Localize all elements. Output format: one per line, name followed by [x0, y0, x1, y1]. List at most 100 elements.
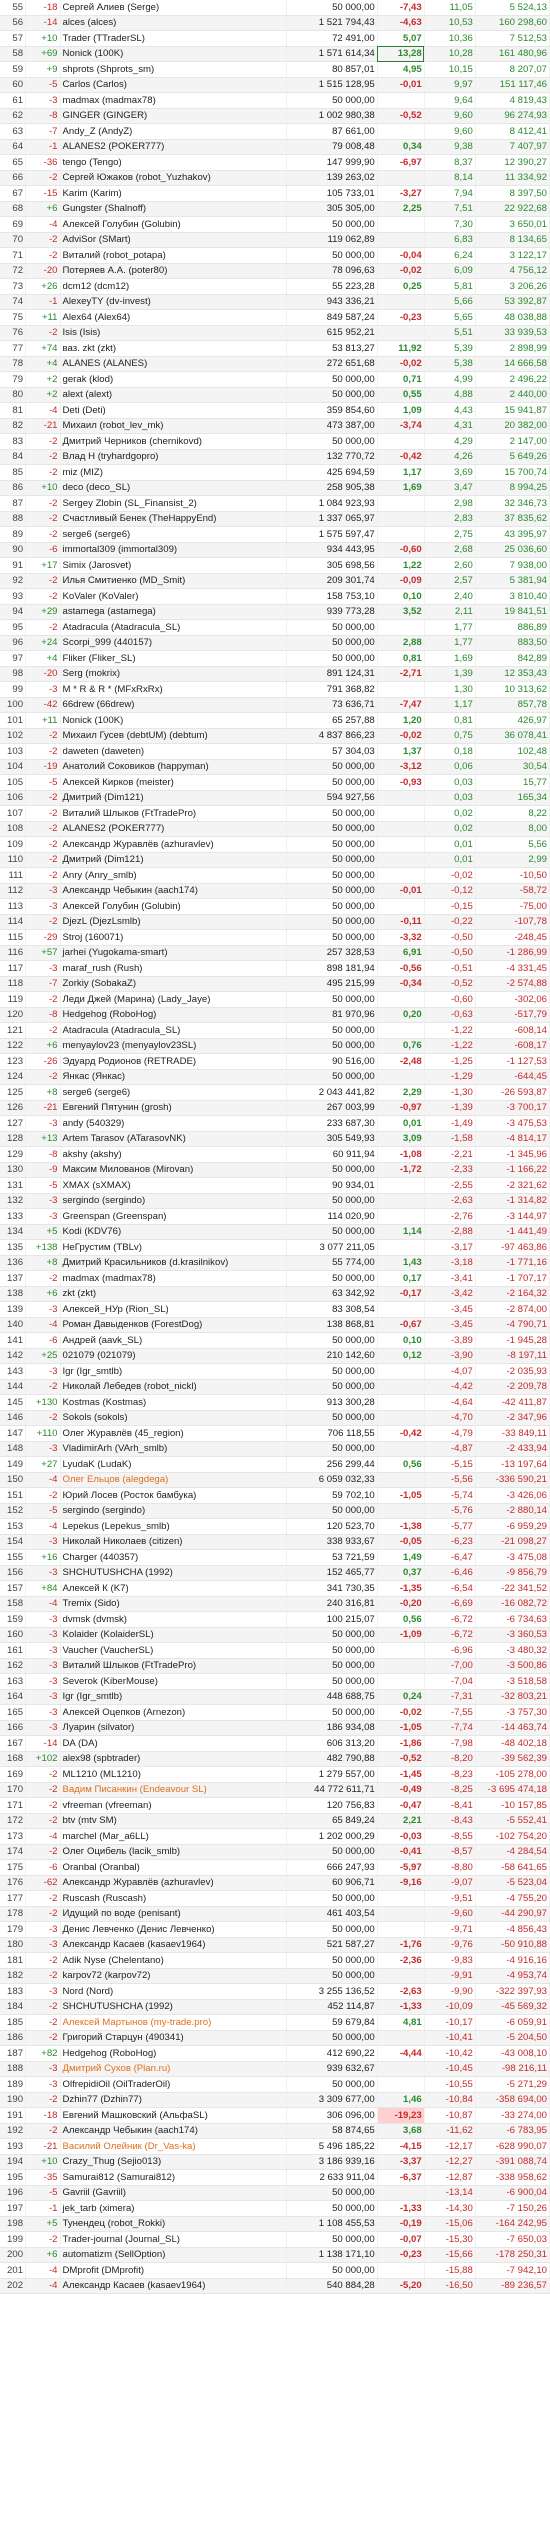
- participant-name-cell[interactable]: dcm12 (dcm12): [60, 278, 287, 295]
- participant-name-cell[interactable]: Виталий Шлыков (FtTradePro): [60, 805, 287, 822]
- participant-name-cell[interactable]: Andy_Z (AndyZ): [60, 123, 287, 140]
- participant-name-cell[interactable]: Александр Касаев (kasaev1964): [60, 2278, 287, 2294]
- participant-name-cell[interactable]: Alex64 (Alex64): [60, 309, 287, 326]
- participant-name-cell[interactable]: Ruscash (Ruscash): [60, 1890, 287, 1907]
- participant-name-cell[interactable]: GINGER (GINGER): [60, 108, 287, 124]
- participant-name-cell[interactable]: Сергей Алиев (Serge): [60, 0, 287, 16]
- participant-name-cell[interactable]: Алексей К (K7): [60, 1580, 287, 1597]
- participant-name-cell[interactable]: AdviSor (SMart): [60, 232, 287, 248]
- participant-name-cell[interactable]: Igr (Igr_smtlb): [60, 1689, 287, 1705]
- participant-name-cell[interactable]: Дмитрий Красильников (d.krasilnikov): [60, 1255, 287, 1271]
- participant-name-cell[interactable]: Сергей Южаков (robot_Yuzhakov): [60, 170, 287, 186]
- participant-name-cell[interactable]: SHCHUTUSHCHA (1992): [60, 1565, 287, 1581]
- participant-name-cell[interactable]: Simix (Jarosvet): [60, 557, 287, 574]
- participant-name-cell[interactable]: andy (540329): [60, 1115, 287, 1132]
- participant-name-cell[interactable]: Андрей (aavk_SL): [60, 1332, 287, 1349]
- participant-name-cell[interactable]: ваз. zkt (zkt): [60, 340, 287, 357]
- participant-name-cell[interactable]: vfreeman (vfreeman): [60, 1797, 287, 1814]
- participant-name-cell[interactable]: 66drew (66drew): [60, 697, 287, 713]
- participant-name-cell[interactable]: automatizm (SellOption): [60, 2247, 287, 2263]
- participant-name-cell[interactable]: Влад Н (tryhardgopro): [60, 449, 287, 465]
- participant-name-cell[interactable]: Анатолий Соковиков (happyman): [60, 759, 287, 775]
- participant-name-cell[interactable]: Oranbal (Oranbal): [60, 1859, 287, 1876]
- participant-name-cell[interactable]: Олег Ельцов (alegdega): [60, 1472, 287, 1488]
- participant-name-cell[interactable]: ALANES2 (POKER777): [60, 139, 287, 155]
- participant-name-cell[interactable]: Григорий Старцун (490341): [60, 2030, 287, 2046]
- participant-name-cell[interactable]: Денис Левченко (Денис Левченко): [60, 1921, 287, 1938]
- participant-name-cell[interactable]: tengo (Tengo): [60, 154, 287, 171]
- participant-name-cell[interactable]: madmax (madmax78): [60, 1270, 287, 1287]
- participant-name-cell[interactable]: Алексей Мартынов (my-trade.pro): [60, 2014, 287, 2031]
- participant-name-cell[interactable]: Луарин (silvator): [60, 1720, 287, 1736]
- participant-name-cell[interactable]: Олег Журавлёв (45_region): [60, 1425, 287, 1442]
- participant-name-cell[interactable]: Юрий Лосев (Росток бамбука): [60, 1487, 287, 1504]
- participant-name-cell[interactable]: НеГрустим (TBLv): [60, 1239, 287, 1256]
- participant-name-cell[interactable]: Stroj (160071): [60, 929, 287, 946]
- participant-name-cell[interactable]: Счастливый Бенек (TheHappyEnd): [60, 511, 287, 527]
- participant-name-cell[interactable]: Эдуард Родионов (RETRADE): [60, 1053, 287, 1070]
- participant-name-cell[interactable]: Greenspan (Greenspan): [60, 1208, 287, 1225]
- participant-name-cell[interactable]: Crazy_Thug (Sejio013): [60, 2154, 287, 2170]
- participant-name-cell[interactable]: Gungster (Shalnoff): [60, 201, 287, 217]
- participant-name-cell[interactable]: Дмитрий (Dim121): [60, 790, 287, 806]
- participant-name-cell[interactable]: Kolaider (KolaiderSL): [60, 1627, 287, 1643]
- participant-name-cell[interactable]: sergindo (sergindo): [60, 1503, 287, 1519]
- participant-name-cell[interactable]: madmax (madmax78): [60, 92, 287, 109]
- participant-name-cell[interactable]: sergindo (sergindo): [60, 1193, 287, 1209]
- participant-name-cell[interactable]: Михаил Гусев (debtUM) (debtum): [60, 728, 287, 744]
- participant-name-cell[interactable]: karpov72 (karpov72): [60, 1968, 287, 1984]
- participant-name-cell[interactable]: M * R & R * (MFxRxRx): [60, 681, 287, 698]
- participant-name-cell[interactable]: Deti (Deti): [60, 402, 287, 419]
- participant-name-cell[interactable]: Потеряев А.А. (poter80): [60, 263, 287, 279]
- participant-name-cell[interactable]: Дмитрий Сухов (Plan.ru): [60, 2061, 287, 2077]
- participant-name-cell[interactable]: Anry (Anry_smlb): [60, 867, 287, 884]
- participant-name-cell[interactable]: DMprofit (DMprofit): [60, 2262, 287, 2279]
- participant-name-cell[interactable]: Алексей Голубин (Golubin): [60, 216, 287, 233]
- participant-name-cell[interactable]: Алексей_НУр (Rion_SL): [60, 1301, 287, 1318]
- participant-name-cell[interactable]: Hedgehog (RoboHog): [60, 2045, 287, 2062]
- participant-name-cell[interactable]: Sokols (sokols): [60, 1410, 287, 1426]
- participant-name-cell[interactable]: DjezL (DjezLsmlb): [60, 914, 287, 930]
- participant-name-cell[interactable]: maraf_rush (Rush): [60, 960, 287, 977]
- participant-name-cell[interactable]: jarhei (Yugokama-smart): [60, 945, 287, 961]
- participant-name-cell[interactable]: Tremix (Sido): [60, 1596, 287, 1612]
- participant-name-cell[interactable]: ML1210 (ML1210): [60, 1766, 287, 1783]
- participant-name-cell[interactable]: deco (deco_SL): [60, 480, 287, 496]
- participant-name-cell[interactable]: Scorpi_999 (440157): [60, 635, 287, 651]
- participant-name-cell[interactable]: Artem Tarasov (ATarasovNK): [60, 1131, 287, 1147]
- participant-name-cell[interactable]: Trader-journal (Journal_SL): [60, 2231, 287, 2248]
- participant-name-cell[interactable]: alext (alext): [60, 387, 287, 403]
- participant-name-cell[interactable]: Fliker (Fliker_SL): [60, 650, 287, 667]
- participant-name-cell[interactable]: jek_tarb (ximera): [60, 2200, 287, 2217]
- participant-name-cell[interactable]: Алексей Оцепков (Arnezon): [60, 1704, 287, 1721]
- participant-name-cell[interactable]: Виталий (robot_potapa): [60, 247, 287, 264]
- participant-name-cell[interactable]: DA (DA): [60, 1735, 287, 1752]
- participant-name-cell[interactable]: akshy (akshy): [60, 1146, 287, 1163]
- participant-name-cell[interactable]: XMAX (sXMAX): [60, 1177, 287, 1194]
- participant-name-cell[interactable]: Igr (Igr_smtlb): [60, 1363, 287, 1380]
- participant-name-cell[interactable]: ALANES2 (POKER777): [60, 821, 287, 837]
- participant-name-cell[interactable]: Александр Журавлёв (azhuravlev): [60, 1875, 287, 1891]
- participant-name-cell[interactable]: btv (mtv SM): [60, 1813, 287, 1829]
- participant-name-cell[interactable]: Serg (mokrix): [60, 666, 287, 682]
- participant-name-cell[interactable]: Илья Смитиенко (MD_Smit): [60, 573, 287, 589]
- participant-name-cell[interactable]: ALANES (ALANES): [60, 356, 287, 372]
- participant-name-cell[interactable]: miz (MIZ): [60, 464, 287, 481]
- participant-name-cell[interactable]: Samurai812 (Samurai812): [60, 2169, 287, 2186]
- participant-name-cell[interactable]: Олег Оцибель (lacik_smlb): [60, 1844, 287, 1860]
- participant-name-cell[interactable]: zkt (zkt): [60, 1286, 287, 1302]
- participant-name-cell[interactable]: Zorkiy (SobakaZ): [60, 976, 287, 992]
- participant-name-cell[interactable]: Александр Чебыкин (aach174): [60, 883, 287, 899]
- participant-name-cell[interactable]: dvmsk (dvmsk): [60, 1611, 287, 1628]
- participant-name-cell[interactable]: Александр Касаев (kasaev1964): [60, 1937, 287, 1953]
- participant-name-cell[interactable]: Atadracula (Atadracula_SL): [60, 1022, 287, 1039]
- participant-name-cell[interactable]: Николай Николаев (citizen): [60, 1534, 287, 1550]
- participant-name-cell[interactable]: Тунендец (robot_Rokki): [60, 2216, 287, 2232]
- participant-name-cell[interactable]: Леди Джей (Марина) (Lady_Jaye): [60, 991, 287, 1008]
- participant-name-cell[interactable]: LyudaK (LudaK): [60, 1456, 287, 1473]
- participant-name-cell[interactable]: OlfrepidiOil (OilTraderOil): [60, 2076, 287, 2093]
- participant-name-cell[interactable]: Василий Олейник (Dr_Vas-ka): [60, 2138, 287, 2155]
- participant-name-cell[interactable]: Александр Журавлёв (azhuravlev): [60, 836, 287, 853]
- participant-name-cell[interactable]: Isis (Isis): [60, 325, 287, 341]
- participant-name-cell[interactable]: Александр Чебыкин (aach174): [60, 2123, 287, 2139]
